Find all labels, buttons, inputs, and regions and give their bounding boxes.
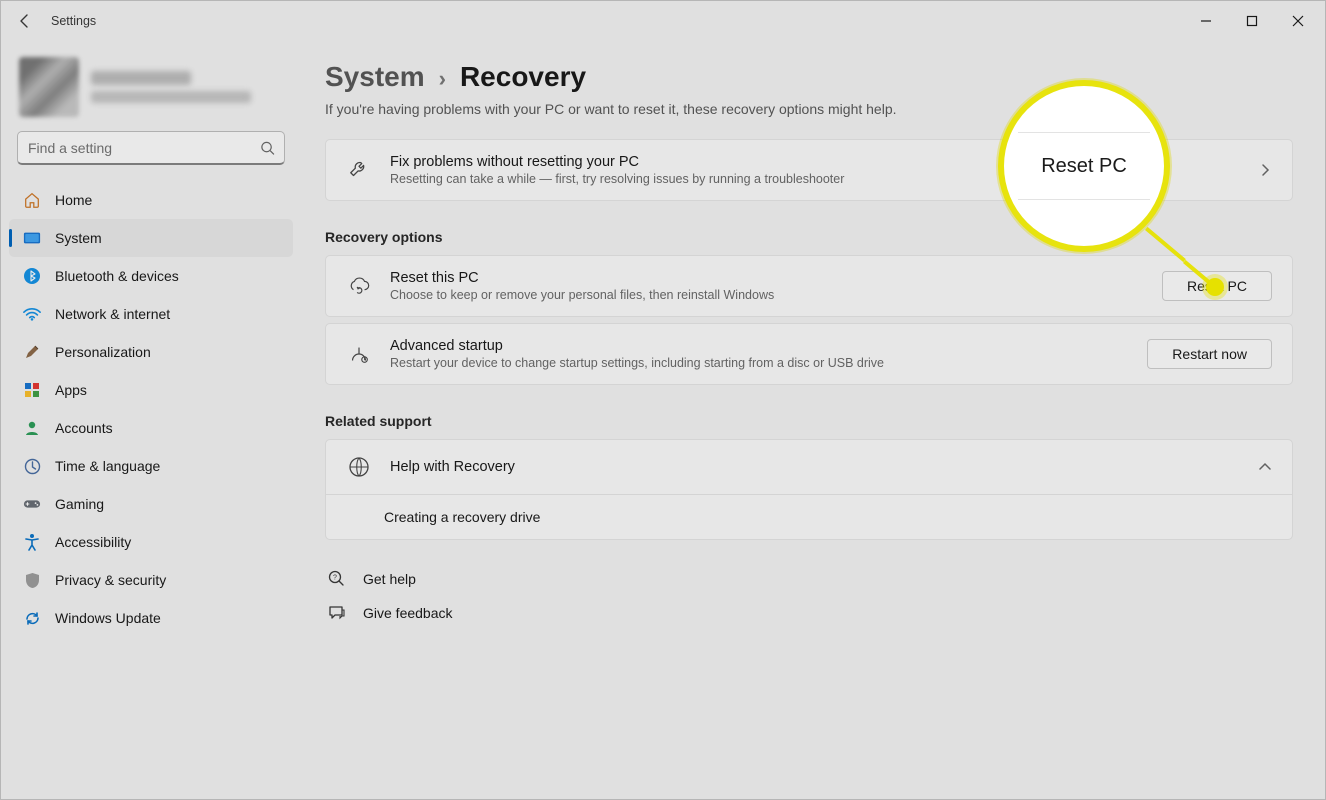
titlebar: Settings (1, 1, 1325, 41)
reset-pc-text: Reset this PC Choose to keep or remove y… (390, 270, 1144, 302)
creating-recovery-drive-label: Creating a recovery drive (384, 509, 1272, 525)
sidebar-item-personalization[interactable]: Personalization (9, 333, 293, 371)
sidebar-item-label: Time & language (55, 458, 160, 474)
sidebar-item-label: Windows Update (55, 610, 161, 626)
sidebar-item-network[interactable]: Network & internet (9, 295, 293, 333)
sidebar-item-windows-update[interactable]: Windows Update (9, 599, 293, 637)
feedback-icon (327, 604, 347, 622)
sidebar: Home System Bluetooth & devices Network … (1, 41, 301, 799)
maximize-button[interactable] (1229, 5, 1275, 37)
minimize-button[interactable] (1183, 5, 1229, 37)
help-icon: ? (327, 570, 347, 588)
window-controls (1183, 5, 1321, 37)
clock-globe-icon (23, 457, 41, 475)
breadcrumb: System › Recovery (325, 61, 1293, 93)
creating-recovery-drive-link[interactable]: Creating a recovery drive (326, 495, 1292, 539)
get-help-label: Get help (363, 571, 416, 587)
advanced-startup-desc: Restart your device to change startup se… (390, 356, 1129, 370)
sidebar-item-home[interactable]: Home (9, 181, 293, 219)
wifi-icon (23, 305, 41, 323)
search-icon (260, 141, 275, 156)
apps-icon (23, 381, 41, 399)
sidebar-item-label: System (55, 230, 102, 246)
main-content: System › Recovery If you're having probl… (301, 41, 1325, 799)
sidebar-item-label: Accounts (55, 420, 113, 436)
advanced-startup-text: Advanced startup Restart your device to … (390, 338, 1129, 370)
related-support-card: Help with Recovery Creating a recovery d… (325, 439, 1293, 540)
svg-text:?: ? (333, 575, 337, 582)
reset-pc-card: Reset this PC Choose to keep or remove y… (325, 255, 1293, 317)
give-feedback-link[interactable]: Give feedback (325, 596, 1293, 630)
update-icon (23, 609, 41, 627)
close-button[interactable] (1275, 5, 1321, 37)
sidebar-item-accessibility[interactable]: Accessibility (9, 523, 293, 561)
advanced-startup-title: Advanced startup (390, 338, 1129, 354)
sidebar-item-accounts[interactable]: Accounts (9, 409, 293, 447)
sidebar-item-bluetooth[interactable]: Bluetooth & devices (9, 257, 293, 295)
sidebar-item-label: Apps (55, 382, 87, 398)
sidebar-item-apps[interactable]: Apps (9, 371, 293, 409)
gamepad-icon (23, 495, 41, 513)
bluetooth-icon (23, 267, 41, 285)
shield-icon (23, 571, 41, 589)
sidebar-item-label: Network & internet (55, 306, 170, 322)
sidebar-item-label: Gaming (55, 496, 104, 512)
search-wrapper (17, 131, 285, 165)
sidebar-item-system[interactable]: System (9, 219, 293, 257)
annotation-magnifier: Reset PC (998, 80, 1170, 252)
user-info (91, 71, 251, 103)
sidebar-item-gaming[interactable]: Gaming (9, 485, 293, 523)
sidebar-item-privacy[interactable]: Privacy & security (9, 561, 293, 599)
advanced-startup-card: Advanced startup Restart your device to … (325, 323, 1293, 385)
cloud-reset-icon (346, 273, 372, 299)
user-profile[interactable] (9, 47, 293, 131)
avatar (19, 57, 79, 117)
section-related-support: Related support (325, 413, 1293, 429)
sidebar-item-label: Bluetooth & devices (55, 268, 179, 284)
restart-now-button[interactable]: Restart now (1147, 339, 1272, 369)
accessibility-icon (23, 533, 41, 551)
window-title: Settings (51, 14, 96, 28)
help-with-recovery-row[interactable]: Help with Recovery (326, 440, 1292, 495)
sidebar-item-time-language[interactable]: Time & language (9, 447, 293, 485)
globe-icon (346, 454, 372, 480)
person-icon (23, 419, 41, 437)
sidebar-item-label: Personalization (55, 344, 151, 360)
reset-pc-desc: Choose to keep or remove your personal f… (390, 288, 1144, 302)
paintbrush-icon (23, 343, 41, 361)
chevron-up-icon (1258, 460, 1272, 474)
chevron-right-icon (1258, 163, 1272, 177)
search-input[interactable] (17, 131, 285, 165)
annotation-label: Reset PC (1041, 155, 1127, 178)
wrench-icon (346, 157, 372, 183)
give-feedback-label: Give feedback (363, 605, 453, 621)
home-icon (23, 191, 41, 209)
system-icon (23, 229, 41, 247)
breadcrumb-system[interactable]: System (325, 61, 425, 93)
nav: Home System Bluetooth & devices Network … (9, 181, 293, 637)
help-with-recovery-label: Help with Recovery (390, 459, 1240, 475)
reset-pc-title: Reset this PC (390, 270, 1144, 286)
sidebar-item-label: Home (55, 192, 92, 208)
sidebar-item-label: Accessibility (55, 534, 131, 550)
advanced-startup-icon (346, 341, 372, 367)
back-button[interactable] (5, 1, 45, 41)
get-help-link[interactable]: ? Get help (325, 562, 1293, 596)
chevron-right-icon: › (439, 66, 446, 92)
sidebar-item-label: Privacy & security (55, 572, 166, 588)
page-title: Recovery (460, 61, 586, 93)
